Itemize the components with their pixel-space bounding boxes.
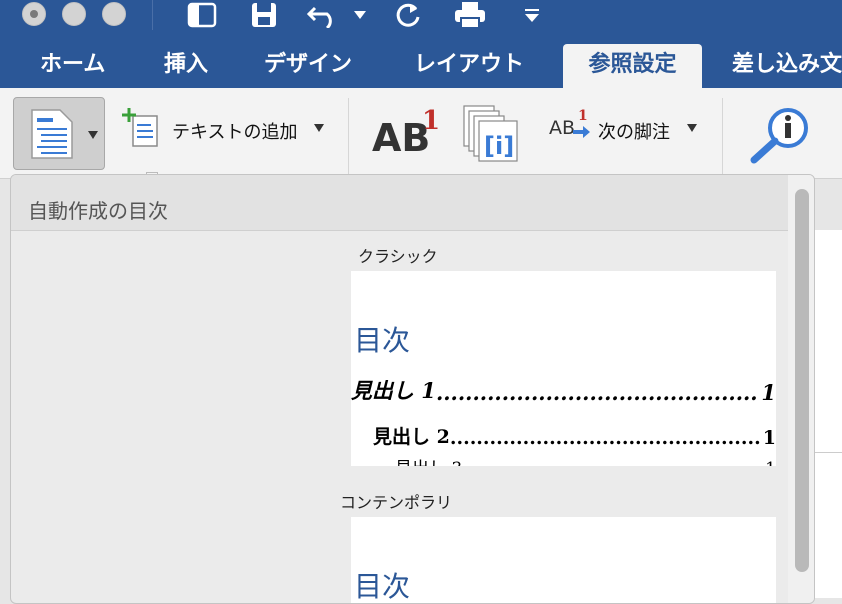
- chevron-down-icon: [88, 131, 98, 139]
- ribbon-divider: [348, 98, 349, 178]
- table-of-contents-button[interactable]: [13, 97, 105, 170]
- contemporary-toc-title: 目次: [354, 570, 411, 603]
- classic-heading1-text: 見出し 1: [351, 379, 436, 403]
- footnote-superscript: 1: [422, 106, 441, 136]
- redo-icon[interactable]: [392, 0, 424, 30]
- print-icon[interactable]: [452, 0, 488, 30]
- classic-toc-heading1-row: 見出し 1 ..................................…: [351, 379, 776, 405]
- minimize-window-button[interactable]: [62, 2, 86, 26]
- leader-dots: ........................................…: [462, 459, 763, 466]
- next-footnote-sup: 1: [578, 108, 588, 124]
- document-page: [815, 230, 842, 598]
- toc-icon: [31, 109, 73, 159]
- smart-lookup-icon[interactable]: [750, 106, 812, 164]
- tab-design[interactable]: デザイン: [264, 44, 352, 88]
- ribbon-tabs: ホーム 挿入 デザイン レイアウト 参照設定 差し込み文: [0, 44, 842, 88]
- arrow-right-icon: [573, 126, 590, 138]
- leader-dots: ........................................…: [449, 427, 761, 449]
- next-footnote-chevron-icon[interactable]: [687, 124, 697, 132]
- svg-text:[i]: [i]: [484, 132, 514, 160]
- next-footnote-button[interactable]: AB 1: [549, 108, 590, 139]
- undo-icon[interactable]: [306, 0, 342, 30]
- next-footnote-label[interactable]: 次の脚注: [598, 118, 670, 144]
- tab-insert[interactable]: 挿入: [164, 44, 208, 88]
- insert-endnote-icon[interactable]: [i]: [462, 104, 520, 164]
- gallery-header: 自動作成の目次: [11, 175, 788, 231]
- close-window-button[interactable]: [22, 2, 46, 26]
- toc-gallery-dropdown: 自動作成の目次 クラシック 目次 見出し 1 .................…: [10, 174, 815, 604]
- classic-toc-heading2-row: 見出し 2 ..................................…: [373, 425, 776, 449]
- classic-heading2-page: 1: [762, 427, 776, 449]
- classic-heading2-text: 見出し 2: [373, 426, 450, 448]
- add-text-label[interactable]: テキストの追加: [172, 118, 297, 144]
- ribbon-divider: [722, 98, 723, 178]
- toolbar-divider: [152, 0, 153, 30]
- classic-heading1-page: 1: [761, 380, 776, 405]
- tab-layout[interactable]: レイアウト: [414, 44, 524, 88]
- contemporary-toc-preview[interactable]: 目次: [351, 517, 776, 603]
- contemporary-style-label: コンテンポラリ: [340, 493, 453, 512]
- classic-heading3-page: 1: [763, 459, 776, 466]
- gallery-scrollbar-thumb[interactable]: [795, 189, 809, 572]
- leader-dots: ........................................…: [435, 380, 759, 405]
- add-text-icon: [122, 108, 158, 147]
- classic-style-label: クラシック: [358, 247, 438, 266]
- classic-toc-title: 目次: [354, 324, 411, 357]
- classic-toc-preview[interactable]: 目次 見出し 1 ...............................…: [351, 271, 776, 466]
- title-bar: [0, 0, 842, 44]
- zoom-window-button[interactable]: [102, 2, 126, 26]
- undo-menu-chevron-icon[interactable]: [352, 0, 368, 30]
- document-divider: [815, 452, 842, 453]
- tab-references[interactable]: 参照設定: [563, 44, 702, 88]
- classic-toc-heading3-row: 見出し 3 ..................................…: [395, 457, 776, 466]
- sidebar-icon[interactable]: [186, 0, 218, 30]
- tab-home[interactable]: ホーム: [40, 44, 105, 88]
- next-footnote-ab: AB: [549, 117, 576, 139]
- tab-mailings[interactable]: 差し込み文: [732, 44, 842, 88]
- save-icon[interactable]: [248, 0, 280, 30]
- insert-footnote-button[interactable]: AB 1: [372, 106, 440, 160]
- ribbon-references: テキストの追加 AB 1 [i] AB 1 次の脚注: [0, 88, 842, 179]
- customize-toolbar-icon[interactable]: [520, 0, 544, 30]
- gallery-header-title: 自動作成の目次: [28, 199, 168, 223]
- add-text-chevron-icon[interactable]: [314, 124, 324, 132]
- classic-heading3-text: 見出し 3: [395, 457, 462, 466]
